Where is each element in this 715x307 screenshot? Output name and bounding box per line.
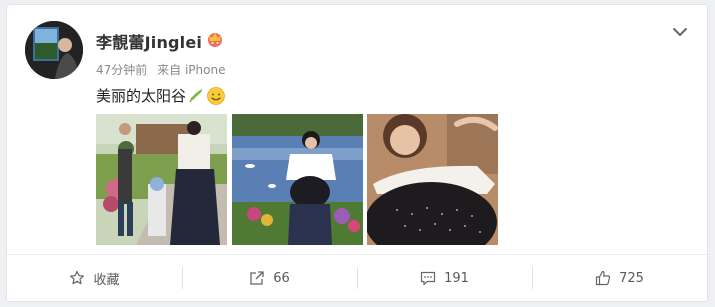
like-icon xyxy=(595,270,611,286)
like-count: 725 xyxy=(619,270,644,286)
repost-button[interactable]: 66 xyxy=(182,255,357,301)
post-meta: 47分钟前 来自 iPhone xyxy=(96,61,225,78)
source-prefix: 来自 xyxy=(157,63,182,77)
favorite-button[interactable]: 收藏 xyxy=(7,255,182,301)
post-photo-1[interactable] xyxy=(96,114,227,245)
repost-icon xyxy=(249,270,265,286)
comment-button[interactable]: 191 xyxy=(357,255,532,301)
crown-icon xyxy=(205,29,225,49)
star-icon xyxy=(69,270,85,286)
like-button[interactable]: 725 xyxy=(532,255,707,301)
post-photo-2[interactable] xyxy=(232,114,363,245)
post-text: 美丽的太阳谷 xyxy=(96,87,187,105)
comment-count: 191 xyxy=(444,270,469,286)
post-source[interactable]: iPhone xyxy=(185,63,226,77)
post-time[interactable]: 47分钟前 xyxy=(96,63,147,77)
favorite-label: 收藏 xyxy=(93,272,120,288)
repost-count: 66 xyxy=(273,270,290,286)
leaf-emoji-icon xyxy=(188,88,204,104)
post-content: 美丽的太阳谷 xyxy=(96,85,226,106)
avatar[interactable] xyxy=(25,21,83,79)
smile-emoji-icon xyxy=(206,86,226,106)
user-name[interactable]: 李靚蕾Jinglei xyxy=(96,29,202,53)
chevron-down-icon[interactable] xyxy=(671,23,689,41)
action-bar: 收藏 66 191 725 xyxy=(7,254,707,301)
comment-icon xyxy=(420,270,436,286)
weibo-post-card: 李靚蕾Jinglei 47分钟前 来自 iPhone 美丽的太阳谷 收藏 66 … xyxy=(6,4,708,302)
post-photo-3[interactable] xyxy=(367,114,498,245)
